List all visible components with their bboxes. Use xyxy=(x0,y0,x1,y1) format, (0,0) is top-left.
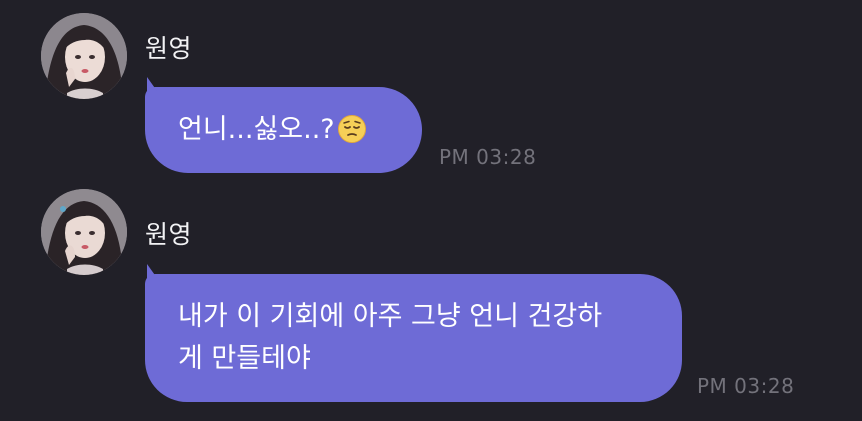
message-bubble[interactable]: 내가 이 기회에 아주 그냥 언니 건강하 게 만들테야 xyxy=(145,264,682,402)
avatar[interactable] xyxy=(41,189,127,275)
message-timestamp: PM 03:28 xyxy=(439,145,537,169)
message-text-line: 게 만들테야 xyxy=(178,343,311,374)
sender-name: 원영 xyxy=(145,220,193,249)
message-bubble[interactable]: 언니...싫오..? xyxy=(145,77,422,173)
profile-photo-icon xyxy=(41,189,127,275)
profile-photo-icon xyxy=(41,13,127,99)
sender-name: 원영 xyxy=(145,34,193,63)
message-text-line: 내가 이 기회에 아주 그냥 언니 건강하 xyxy=(178,301,603,332)
message-text: 언니...싫오..? xyxy=(178,114,335,145)
pensive-face-emoji-icon xyxy=(337,114,367,144)
avatar[interactable] xyxy=(41,13,127,99)
message-timestamp: PM 03:28 xyxy=(697,374,795,398)
